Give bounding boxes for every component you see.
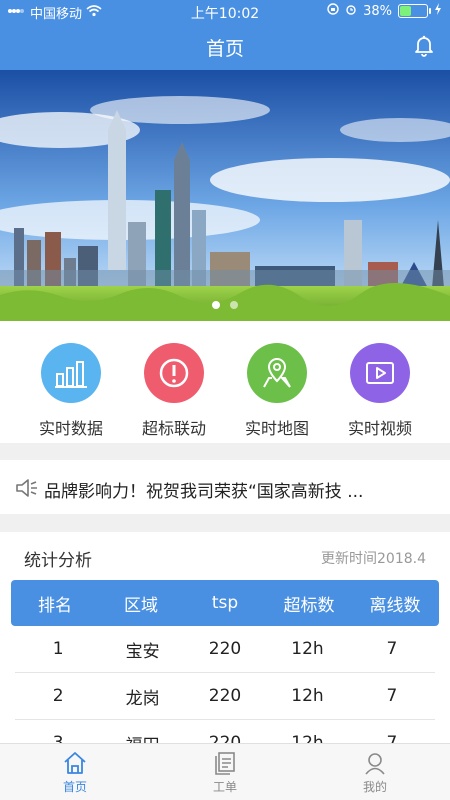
- cell-rank: 1: [52, 639, 64, 659]
- updated-time: 更新时间2018.4: [321, 551, 426, 567]
- announcement-text: 品牌影响力！祝贺我司荣获“国家高新技 ...: [44, 482, 364, 502]
- tab-label: 首页: [62, 779, 87, 794]
- table-body: 1 宝安 220 12h 7 2 龙岗 220 12h 7 3 福田 220 1…: [15, 626, 435, 744]
- table-row[interactable]: 1 宝安 220 12h 7: [15, 626, 435, 673]
- app-header: 中国移动 上午10:02 38% 首页: [0, 0, 450, 70]
- home-icon: [64, 751, 86, 774]
- header-rank: 排名: [38, 595, 72, 616]
- cell-exceed: 12h: [291, 639, 324, 659]
- header-offline: 离线数: [369, 595, 421, 616]
- map-pin-icon: [247, 343, 307, 403]
- tab-home[interactable]: 首页: [0, 744, 150, 800]
- cell-offline: 7: [386, 639, 398, 659]
- table-row[interactable]: 2 龙岗 220 12h 7: [15, 673, 435, 720]
- speaker-icon: [14, 475, 40, 501]
- battery-icon: [398, 4, 431, 18]
- rotation-lock-icon: [327, 3, 339, 19]
- bottom-tab-bar: 首页 工单 我的: [0, 743, 450, 800]
- quick-action-label: 实时地图: [244, 419, 309, 438]
- cell-tsp: 220: [208, 639, 242, 659]
- tab-label: 我的: [362, 779, 387, 794]
- bell-icon[interactable]: [412, 33, 436, 57]
- table-header: 排名 区域 tsp 超标数 离线数: [11, 580, 439, 626]
- stats-title: 统计分析: [24, 551, 92, 571]
- cell-region: 宝安: [125, 641, 160, 662]
- user-icon: [365, 752, 385, 775]
- document-icon: [215, 751, 235, 775]
- charging-icon: [434, 3, 442, 19]
- tab-work-order[interactable]: 工单: [150, 744, 300, 800]
- cell-rank: 2: [52, 686, 64, 706]
- quick-action-realtime-data[interactable]: 实时数据: [16, 343, 126, 439]
- header-region: 区域: [124, 595, 158, 616]
- section-divider: [0, 514, 450, 532]
- city-skyline-image: [0, 70, 450, 321]
- cell-offline: 7: [386, 686, 398, 706]
- header-tsp: tsp: [211, 593, 239, 613]
- carousel-dot[interactable]: [230, 301, 238, 309]
- quick-actions: 实时数据 超标联动 实时地图 实时视频: [0, 321, 450, 443]
- tab-label: 工单: [212, 779, 237, 794]
- cell-tsp: 220: [208, 686, 242, 706]
- video-icon: [350, 343, 410, 403]
- header-exceed: 超标数: [283, 595, 335, 616]
- quick-action-label: 超标联动: [141, 419, 206, 438]
- banner-carousel[interactable]: [0, 70, 450, 321]
- cell-region: 龙岗: [125, 688, 160, 709]
- cell-exceed: 12h: [291, 686, 324, 706]
- status-right: 38%: [327, 3, 442, 19]
- page-title: 首页: [205, 38, 244, 60]
- section-divider: [0, 443, 450, 460]
- bar-chart-icon: [41, 343, 101, 403]
- quick-action-realtime-map[interactable]: 实时地图: [222, 343, 332, 439]
- alarm-icon: [345, 3, 357, 19]
- quick-action-label: 实时数据: [38, 419, 103, 438]
- quick-action-over-standard[interactable]: 超标联动: [119, 343, 229, 439]
- table-row[interactable]: 3 福田 220 12h 7: [15, 720, 435, 744]
- cell-region: 福田: [101, 731, 183, 745]
- announcement-bar[interactable]: 品牌影响力！祝贺我司荣获“国家高新技 ...: [0, 461, 450, 514]
- stats-section: 统计分析 更新时间2018.4 排名 区域 tsp 超标数 离线数 1 宝安 2…: [0, 532, 450, 744]
- carousel-dots: [0, 301, 450, 309]
- status-bar: 中国移动 上午10:02 38%: [0, 0, 450, 22]
- alert-icon: [144, 343, 204, 403]
- battery-percent: 38%: [363, 3, 392, 19]
- quick-action-label: 实时视频: [347, 419, 412, 438]
- carousel-dot[interactable]: [212, 301, 220, 309]
- quick-action-realtime-video[interactable]: 实时视频: [325, 343, 435, 439]
- tab-profile[interactable]: 我的: [300, 744, 450, 800]
